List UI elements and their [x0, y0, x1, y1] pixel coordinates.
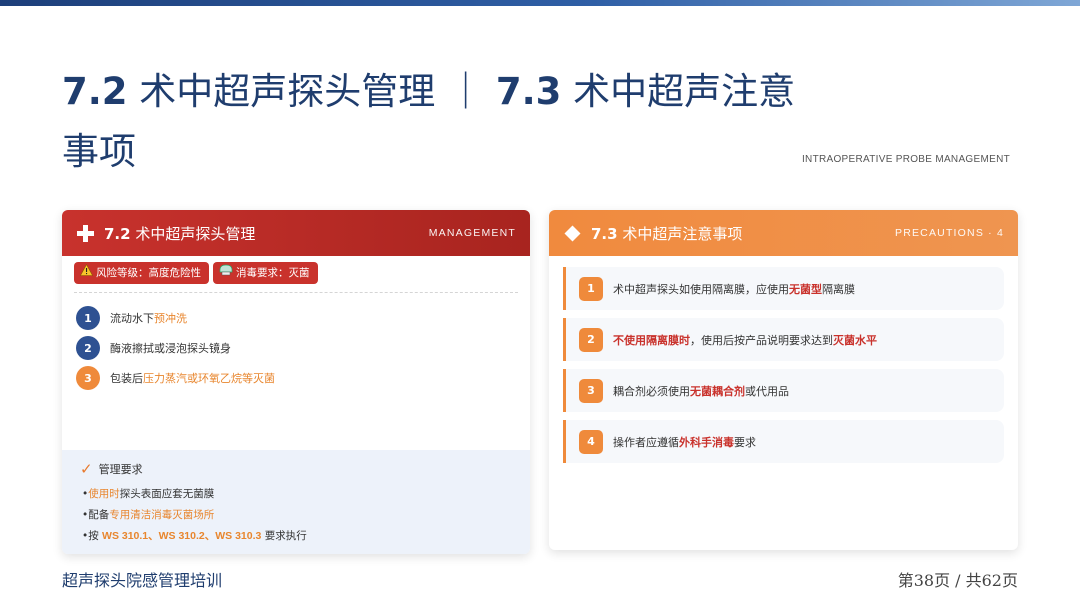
footer-page-number: 第38页 / 共62页	[897, 571, 1018, 590]
page-subtitle-en: INTRAOPERATIVE PROBE MANAGEMENT	[801, 154, 1010, 165]
precautions-card-tag: PRECAUTIONS · 4	[894, 227, 1004, 239]
step-number: 2	[76, 336, 100, 360]
plus-cross-icon	[76, 224, 94, 242]
management-requirements-title: ✓ 管理要求	[80, 460, 143, 478]
procedure-steps: 1 流动水下 预冲洗 2 酶液擦拭或浸泡探头镜身 3 包装后 压力蒸汽或环氧乙烷等灭…	[62, 293, 530, 393]
badge-row: 风险等级：高度危险性 消毒要求：灭菌	[62, 256, 530, 290]
step-item: 1 流动水下 预冲洗	[76, 303, 516, 333]
precaution-item: 2 不使用隔离膜时，使用后按产品说明要求达到灭菌水平	[563, 318, 1004, 361]
check-icon: ✓	[80, 460, 93, 478]
step-number: 1	[76, 306, 100, 330]
precaution-item: 3 耦合剂必须使用无菌耦合剂或代用品	[563, 369, 1004, 412]
step-item: 2 酶液擦拭或浸泡探头镜身	[76, 333, 516, 363]
requirement-item: •使用时探头表面应套无菌膜	[82, 488, 215, 500]
footer-course-title: 超声探头院感管理培训	[62, 571, 223, 590]
precaution-item: 4 操作者应遵循外科手消毒要求	[563, 420, 1004, 463]
precaution-number: 1	[579, 276, 603, 301]
disinfect-icon	[219, 262, 233, 284]
management-card-tag: MANAGEMENT	[428, 227, 516, 239]
management-requirements: ✓ 管理要求 •使用时探头表面应套无菌膜 •配备专用清洁消毒灭菌场所 •按 WS…	[62, 450, 530, 554]
precaution-text: 操作者应遵循外科手消毒要求	[613, 435, 756, 449]
step-number: 3	[76, 366, 100, 390]
top-accent-bar	[0, 0, 1080, 6]
precautions-list: 1 术中超声探头如使用隔离膜，应使用无菌型隔离膜 2 不使用隔离膜时，使用后按产品说明…	[549, 256, 1018, 463]
precautions-card: 7.3 术中超声注意事项 PRECAUTIONS · 4 1 术中超声探头如使用隔…	[549, 210, 1018, 550]
precaution-text: 术中超声探头如使用隔离膜，应使用无菌型隔离膜	[613, 282, 855, 296]
risk-level-badge: 风险等级：高度危险性	[74, 262, 209, 284]
precautions-card-title: 7.3 术中超声注意事项	[591, 224, 743, 243]
precaution-number: 4	[579, 429, 603, 454]
management-card-title: 7.2 术中超声探头管理	[104, 224, 256, 243]
precaution-item: 1 术中超声探头如使用隔离膜，应使用无菌型隔离膜	[563, 267, 1004, 310]
management-card: 7.2 术中超声探头管理 MANAGEMENT 风险等级：高度危险性 消毒要求：…	[62, 210, 530, 554]
requirement-item: •配备专用清洁消毒灭菌场所	[82, 509, 215, 521]
warning-icon	[79, 262, 94, 284]
precaution-text: 耦合剂必须使用无菌耦合剂或代用品	[613, 384, 789, 398]
precautions-card-header: 7.3 术中超声注意事项 PRECAUTIONS · 4	[549, 210, 1018, 256]
management-card-header: 7.2 术中超声探头管理 MANAGEMENT	[62, 210, 530, 256]
precaution-text: 不使用隔离膜时，使用后按产品说明要求达到灭菌水平	[613, 333, 877, 347]
page-title: 7.2 术中超声探头管理 ｜ 7.3 术中超声注意事项	[62, 70, 796, 173]
precaution-number: 3	[579, 378, 603, 403]
step-item: 3 包装后 压力蒸汽或环氧乙烷等灭菌	[76, 363, 516, 393]
disinfection-badge: 消毒要求：灭菌	[213, 262, 318, 284]
diamond-icon	[563, 224, 581, 242]
requirement-item: •按 WS 310.1、WS 310.2、WS 310.3 要求执行	[82, 530, 307, 542]
precaution-number: 2	[579, 327, 603, 352]
